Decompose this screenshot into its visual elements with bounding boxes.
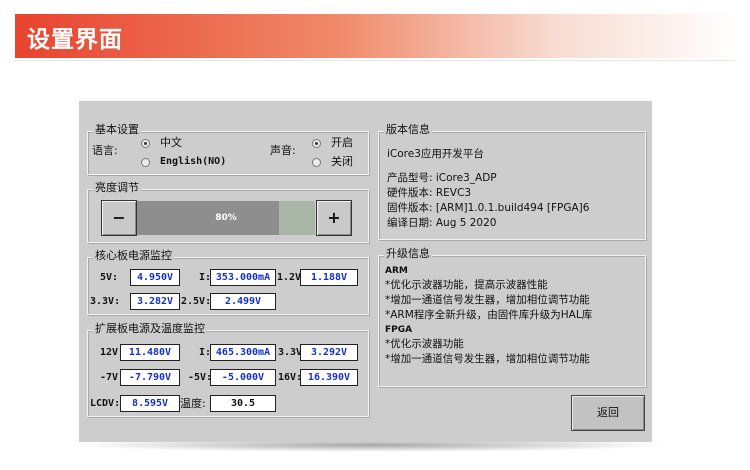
language-radio-english[interactable] xyxy=(141,158,150,167)
sound-option-on[interactable]: 开启 xyxy=(331,136,353,150)
sound-option-off[interactable]: 关闭 xyxy=(331,155,353,169)
version-firmware: 固件版本: [ARM]1.0.1.build494 [FPGA]6 xyxy=(387,202,590,214)
page-title: 设置界面 xyxy=(27,27,123,53)
language-option-chinese[interactable]: 中文 xyxy=(160,136,182,150)
settings-screen: 基本设置 语言: 中文 English(NO) 声音: 开启 关闭 亮度调节 −… xyxy=(79,101,652,442)
ext-16v-label: 16V: xyxy=(278,372,303,383)
ext-3v3-value: 3.292V xyxy=(300,344,358,361)
ext-12v-value: 11.480V xyxy=(120,344,180,361)
ext-lcdv-label: LCDV: xyxy=(90,398,121,409)
core-3v3-value: 3.282V xyxy=(130,293,180,310)
basic-settings-group: 基本设置 语言: 中文 English(NO) 声音: 开启 关闭 xyxy=(87,123,369,175)
core-current-value: 353.000mA xyxy=(210,269,276,286)
core-2v5-label: 2.5V: xyxy=(181,296,212,307)
version-product-model: 产品型号: iCore3_ADP xyxy=(387,172,497,184)
core-power-title: 核心板电源监控 xyxy=(93,249,174,263)
ext-lcdv-value: 8.595V xyxy=(120,395,180,412)
upgrade-group: 升级信息 ARM *优化示波器功能，提高示波器性能 *增加一通道信号发生器，增加… xyxy=(378,247,646,387)
banner-divider xyxy=(15,60,737,61)
language-label: 语言: xyxy=(92,144,118,157)
core-3v3-label: 3.3V: xyxy=(90,296,121,307)
upgrade-arm-heading: ARM xyxy=(385,266,408,276)
brightness-decrease-button[interactable]: − xyxy=(101,200,137,236)
core-5v-label: 5V: xyxy=(100,272,119,283)
brightness-increase-button[interactable]: + xyxy=(316,200,352,236)
ext-temperature-label: 温度: xyxy=(180,397,206,410)
core-power-group: 核心板电源监控 5V: 4.950V I: 353.000mA 1.2V: 1.… xyxy=(87,249,369,315)
platform-name: iCore3应用开发平台 xyxy=(387,148,484,160)
brightness-bar[interactable]: 80% xyxy=(137,201,315,235)
ext-power-group: 扩展板电源及温度监控 12V: 11.480V I: 465.300mA 3.3… xyxy=(87,322,369,417)
ext-power-title: 扩展板电源及温度监控 xyxy=(93,322,207,336)
version-title: 版本信息 xyxy=(384,123,432,137)
page-banner: 设置界面 xyxy=(15,14,737,58)
core-2v5-value: 2.499V xyxy=(210,293,276,310)
ext-16v-value: 16.390V xyxy=(300,369,358,386)
basic-settings-title: 基本设置 xyxy=(93,123,141,137)
ext-current-value: 465.300mA xyxy=(210,344,276,361)
language-radio-chinese[interactable] xyxy=(141,139,150,148)
brightness-value: 80% xyxy=(215,213,237,223)
version-group: 版本信息 iCore3应用开发平台 产品型号: iCore3_ADP 硬件版本:… xyxy=(378,123,646,240)
upgrade-title: 升级信息 xyxy=(384,247,432,261)
ext-temperature-value: 30.5 xyxy=(210,395,276,412)
language-option-english[interactable]: English(NO) xyxy=(160,155,226,169)
sound-radio-off[interactable] xyxy=(312,158,321,167)
upgrade-fpga-line-1: *优化示波器功能 xyxy=(385,338,464,350)
upgrade-arm-line-3: *ARM程序全新升级，由固件库升级为HAL库 xyxy=(385,309,593,321)
ext-neg5v-value: -5.000V xyxy=(210,369,276,386)
ext-neg7v-value: -7.790V xyxy=(120,369,180,386)
back-button[interactable]: 返回 xyxy=(571,395,645,431)
upgrade-arm-line-1: *优化示波器功能，提高示波器性能 xyxy=(385,279,548,291)
upgrade-fpga-line-2: *增加一通道信号发生器，增加相位调节功能 xyxy=(385,353,590,365)
version-hardware: 硬件版本: REVC3 xyxy=(387,187,471,199)
core-5v-value: 4.950V xyxy=(130,269,180,286)
ext-neg5v-label: -5V: xyxy=(188,372,213,383)
sound-label: 声音: xyxy=(270,144,296,157)
version-build-date: 编译日期: Aug 5 2020 xyxy=(387,217,497,229)
upgrade-arm-line-2: *增加一通道信号发生器，增加相位调节功能 xyxy=(385,294,590,306)
core-1v2-value: 1.188V xyxy=(300,269,358,286)
sound-radio-on[interactable] xyxy=(312,139,321,148)
upgrade-fpga-heading: FPGA xyxy=(385,325,413,335)
brightness-group: 亮度调节 − 80% + xyxy=(87,181,369,243)
brightness-title: 亮度调节 xyxy=(93,181,141,195)
